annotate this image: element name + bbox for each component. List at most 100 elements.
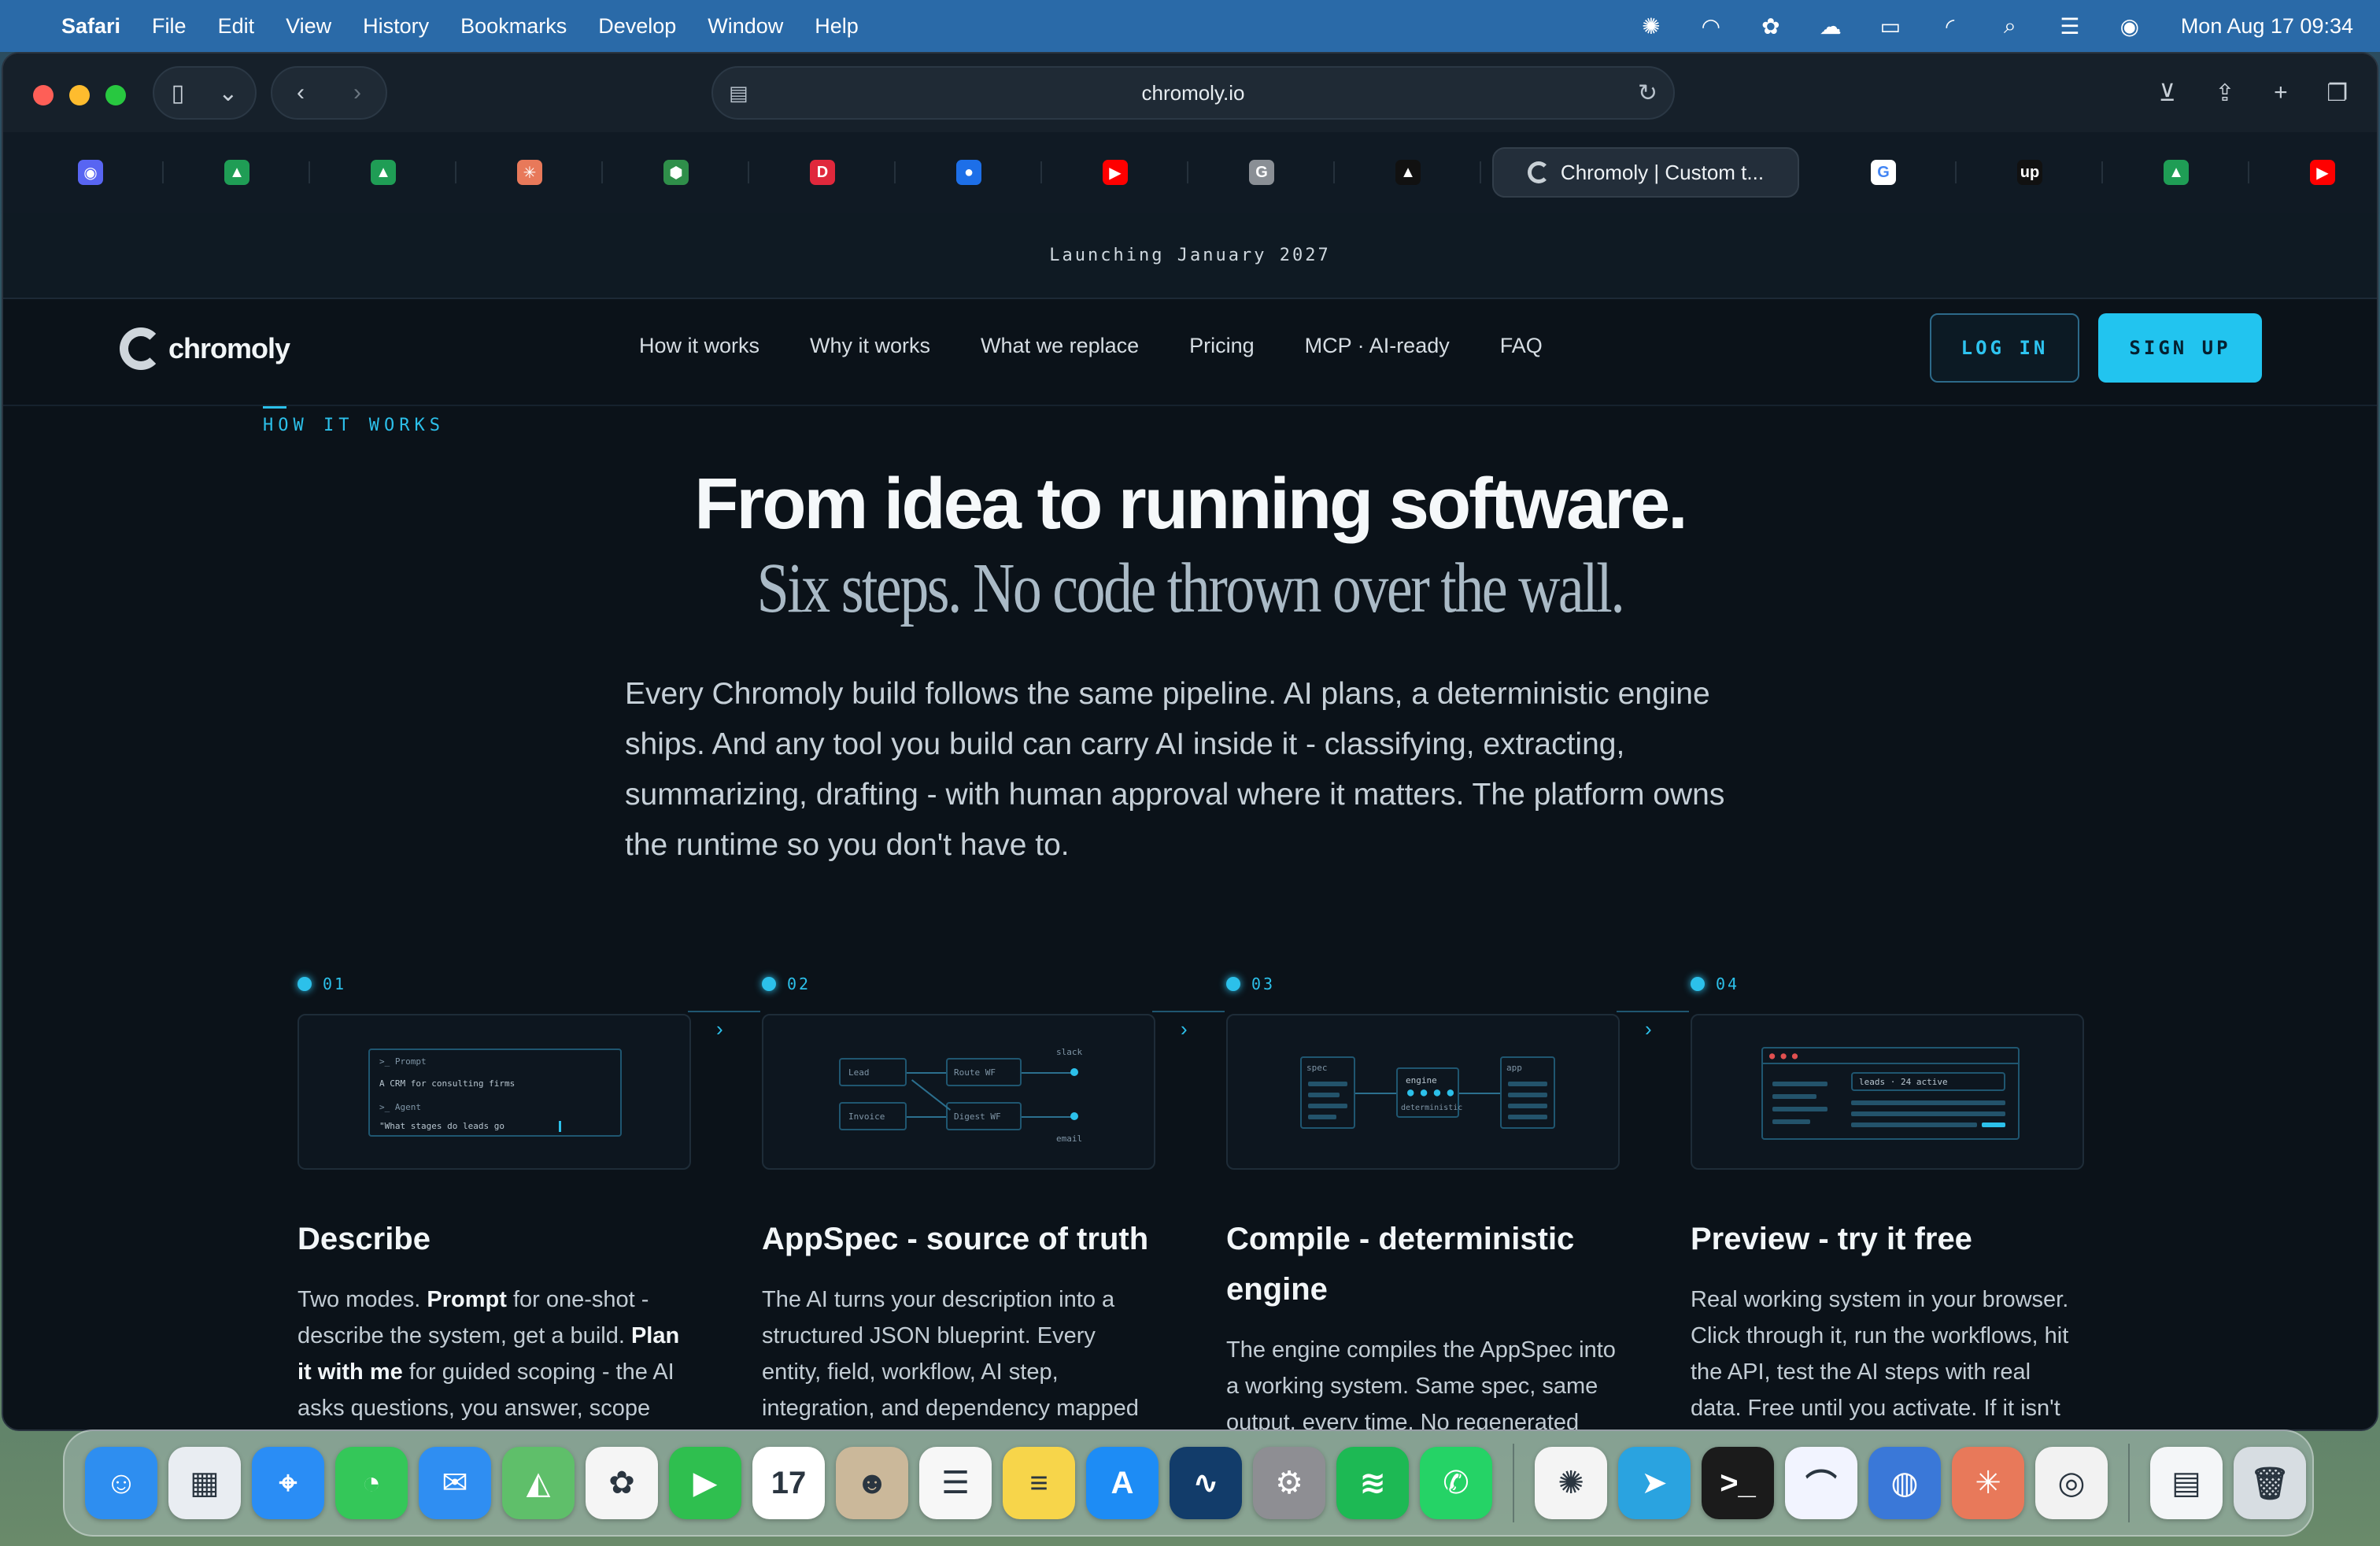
control-center-icon[interactable]: ☰ [2057, 13, 2083, 39]
app-store-icon[interactable]: A [1086, 1447, 1159, 1519]
back-icon[interactable]: ‹ [297, 80, 305, 106]
tab-chromoly-active[interactable]: Chromoly | Custom t... [1492, 147, 1799, 198]
tab-overview-icon[interactable]: ❐ [2326, 80, 2348, 107]
notes-icon[interactable]: ≡ [1003, 1447, 1075, 1519]
gauge-status-icon[interactable]: ◠ [1698, 13, 1724, 39]
freeform-glyph: ∿ [1192, 1466, 1219, 1500]
safari-glyph: ⌖ [279, 1465, 298, 1500]
chevron-down-icon[interactable]: ⌄ [218, 80, 238, 107]
leads-pill: leads · 24 active [1851, 1072, 2005, 1091]
database-glyph: ◍ [1890, 1466, 1919, 1500]
tab-cube[interactable]: ⬢ [603, 147, 749, 198]
address-text[interactable]: chromoly.io [1141, 81, 1244, 105]
app-block: app [1500, 1056, 1555, 1129]
maps-icon[interactable]: ◭ [502, 1447, 575, 1519]
menu-clock[interactable]: Mon Aug 17 09:34 [2181, 14, 2353, 39]
photos-icon[interactable]: ✿ [586, 1447, 658, 1519]
whatsapp-icon[interactable]: ✆ [1420, 1447, 1492, 1519]
menu-develop[interactable]: Develop [598, 14, 676, 39]
block-label: deterministic [1401, 1104, 1463, 1112]
menu-bar: Safari File Edit View History Bookmarks … [0, 0, 2380, 52]
step-body-bold: Prompt [427, 1287, 507, 1312]
step-card-4: 04 ● ● ● leads · 24 active Preview - try… [1691, 975, 2084, 1429]
document-icon[interactable]: ▤ [2150, 1447, 2223, 1519]
document-glyph: ▤ [2171, 1466, 2201, 1500]
tab-google-drive[interactable]: ▲ [2103, 147, 2249, 198]
launchpad-icon[interactable]: ▦ [168, 1447, 241, 1519]
active-tab-title: Chromoly | Custom t... [1560, 160, 1765, 184]
chatgpt-icon[interactable]: ✺ [1535, 1447, 1607, 1519]
system-settings-glyph: ⚙ [1275, 1466, 1303, 1500]
siri-icon[interactable]: ◉ [2116, 13, 2143, 39]
menu-window[interactable]: Window [708, 14, 783, 39]
tab-google-drive[interactable]: ▲ [310, 147, 456, 198]
spotlight-search-icon[interactable]: ⌕ [1997, 13, 2023, 39]
tab-blue-circle[interactable]: ● [896, 147, 1042, 198]
messages-icon[interactable]: ◔ [335, 1447, 408, 1519]
spotify-icon[interactable]: ≋ [1336, 1447, 1409, 1519]
sidebar-icon[interactable]: ▯ [172, 80, 185, 107]
edge [1022, 1116, 1072, 1118]
menu-edit[interactable]: Edit [218, 14, 255, 39]
leads-label: leads · 24 active [1859, 1077, 1948, 1087]
node-label: Digest WF [954, 1111, 1001, 1122]
menu-file[interactable]: File [152, 14, 187, 39]
forward-icon[interactable]: › [353, 80, 361, 106]
trash-icon[interactable]: 🗑 [2234, 1447, 2306, 1519]
step-card-1: 01 >_ Prompt A CRM for consulting firms … [298, 975, 691, 1429]
prompt-box: >_ Prompt A CRM for consulting firms >_ … [368, 1049, 622, 1137]
menu-history[interactable]: History [363, 14, 429, 39]
tab-google[interactable]: G [1810, 147, 1957, 198]
reload-icon[interactable]: ↻ [1638, 80, 1658, 107]
address-bar[interactable]: ▤ chromoly.io ↻ [711, 66, 1675, 120]
share-icon[interactable]: ⇪ [2215, 80, 2234, 107]
minimize-window-button[interactable] [69, 85, 90, 105]
dock-separator [2128, 1444, 2130, 1522]
close-window-button[interactable] [33, 85, 54, 105]
menu-view[interactable]: View [286, 14, 331, 39]
tab-youtube[interactable]: ▶ [2249, 147, 2377, 198]
battery-icon[interactable]: ▭ [1877, 13, 1904, 39]
contacts-icon[interactable]: ☻ [836, 1447, 908, 1519]
openai-status-icon[interactable]: ✿ [1757, 13, 1784, 39]
telegram-icon[interactable]: ➤ [1618, 1447, 1691, 1519]
page-menu-icon[interactable]: ▤ [729, 81, 748, 105]
reminders-icon[interactable]: ☰ [919, 1447, 992, 1519]
download-icon[interactable]: ⊻ [2159, 80, 2176, 107]
edge [907, 1116, 946, 1118]
arc-icon[interactable]: ⌒ [1785, 1447, 1857, 1519]
history-nav-group: ‹ › [271, 66, 387, 120]
tab-g-grey[interactable]: G [1188, 147, 1335, 198]
database-icon[interactable]: ◍ [1868, 1447, 1941, 1519]
cloud-status-icon[interactable]: ☁ [1817, 13, 1844, 39]
menu-help[interactable]: Help [815, 14, 859, 39]
mail-icon[interactable]: ✉ [419, 1447, 491, 1519]
tab-discord[interactable]: ◉ [17, 147, 164, 198]
chrome-icon[interactable]: ◎ [2035, 1447, 2108, 1519]
output-label: slack [1056, 1047, 1083, 1057]
tab-upwork[interactable]: up [1957, 147, 2103, 198]
menu-app-name[interactable]: Safari [61, 14, 120, 39]
chrome-glyph: ◎ [2057, 1466, 2086, 1500]
zoom-window-button[interactable] [105, 85, 126, 105]
step-body: The AI turns your description into a str… [762, 1287, 1139, 1421]
menu-bookmarks[interactable]: Bookmarks [460, 14, 567, 39]
terminal-icon[interactable]: >_ [1702, 1447, 1774, 1519]
sparkle-status-icon[interactable]: ✺ [1638, 13, 1665, 39]
tab-claude[interactable]: ✳ [456, 147, 603, 198]
facetime-icon[interactable]: ▶ [669, 1447, 741, 1519]
system-settings-icon[interactable]: ⚙ [1253, 1447, 1325, 1519]
telegram-glyph: ➤ [1641, 1466, 1668, 1500]
tab-triangle-app[interactable]: ▲ [1335, 147, 1481, 198]
safari-icon[interactable]: ⌖ [252, 1447, 324, 1519]
finder-icon[interactable]: ☺ [85, 1447, 157, 1519]
tab-youtube[interactable]: ▶ [1042, 147, 1188, 198]
new-tab-icon[interactable]: + [2274, 80, 2288, 106]
freeform-icon[interactable]: ∿ [1170, 1447, 1242, 1519]
wifi-icon[interactable]: ◜ [1937, 13, 1964, 39]
chatgpt-glyph: ✺ [1558, 1466, 1584, 1500]
tab-google-drive[interactable]: ▲ [164, 147, 310, 198]
claude-icon[interactable]: ✳ [1952, 1447, 2024, 1519]
calendar-icon[interactable]: 17 [752, 1447, 825, 1519]
tab-red-doc[interactable]: D [749, 147, 896, 198]
